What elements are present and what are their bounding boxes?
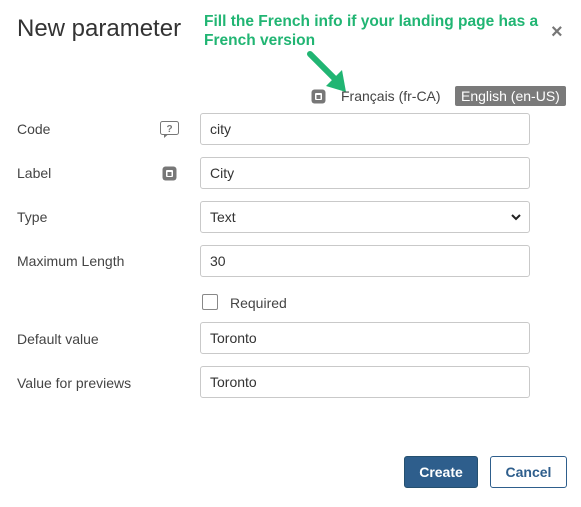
help-icon[interactable]: ?: [160, 121, 179, 138]
new-parameter-dialog: New parameter × Fill the French info if …: [0, 0, 581, 507]
label-input[interactable]: [200, 157, 530, 189]
type-select[interactable]: Text: [200, 201, 530, 233]
type-select-value: Text: [210, 209, 236, 225]
code-input[interactable]: [200, 113, 530, 145]
language-lock-icon: [311, 89, 326, 104]
type-label: Type: [17, 209, 48, 225]
language-switcher: Français (fr-CA) English (en-US): [0, 86, 581, 108]
language-english-tab[interactable]: English (en-US): [455, 86, 566, 106]
language-french-tab[interactable]: Français (fr-CA): [341, 88, 441, 104]
create-button[interactable]: Create: [404, 456, 478, 488]
max-length-input[interactable]: [200, 245, 530, 277]
translatable-lock-icon: [162, 166, 177, 181]
required-label[interactable]: Required: [230, 295, 287, 311]
preview-value-label: Value for previews: [17, 375, 132, 391]
chevron-down-icon: [511, 214, 521, 221]
annotation-text: Fill the French info if your landing pag…: [204, 13, 539, 49]
svg-text:?: ?: [166, 124, 172, 135]
default-value-label: Default value: [17, 331, 99, 347]
preview-value-input[interactable]: [200, 366, 530, 398]
code-label: Code: [17, 121, 51, 137]
label-label: Label: [17, 165, 52, 181]
max-length-label: Maximum Length: [17, 253, 125, 269]
required-checkbox[interactable]: [202, 294, 218, 310]
default-value-input[interactable]: [200, 322, 530, 354]
dialog-title: New parameter: [17, 15, 182, 42]
cancel-button[interactable]: Cancel: [490, 456, 567, 488]
